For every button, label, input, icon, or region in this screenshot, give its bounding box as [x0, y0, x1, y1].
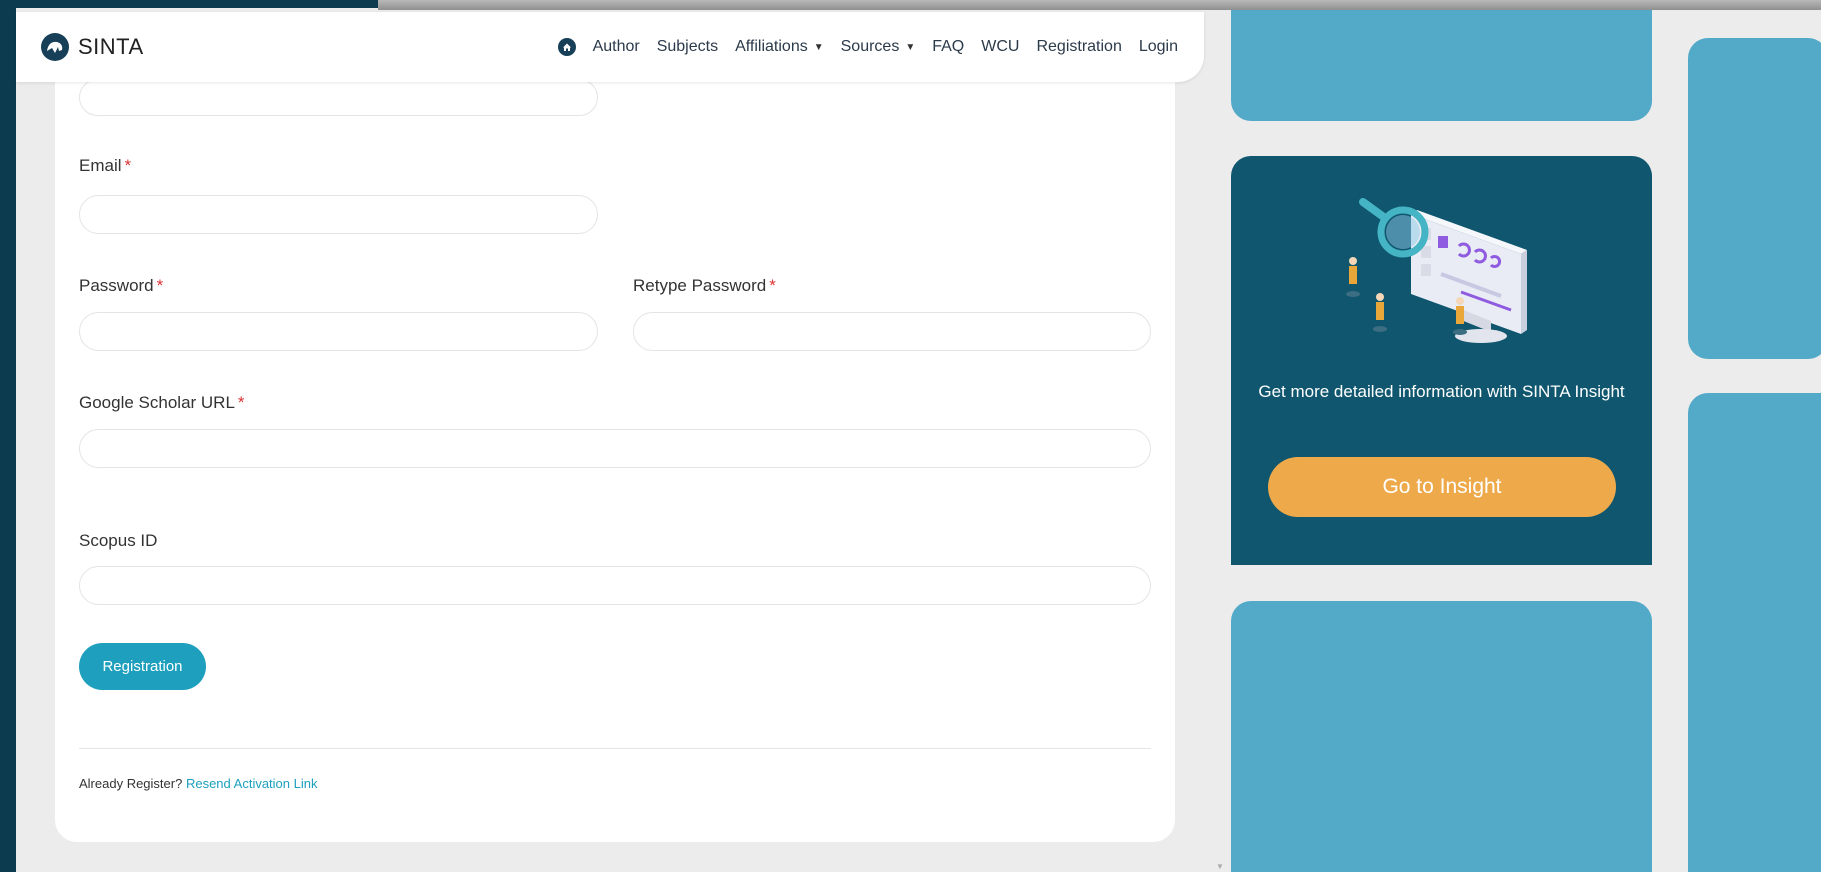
- caret-down-icon: ▼: [905, 41, 916, 53]
- previous-field-input[interactable]: [79, 79, 598, 116]
- insight-description: Get more detailed information with SINTA…: [1258, 382, 1625, 401]
- nav-affiliations[interactable]: Affiliations ▼: [735, 38, 824, 56]
- resend-activation-link[interactable]: Resend Activation Link: [186, 776, 318, 791]
- required-asterisk: *: [124, 156, 132, 175]
- password-input[interactable]: [79, 312, 598, 351]
- analytics-illustration-icon: [1346, 198, 1527, 343]
- registration-submit-button[interactable]: Registration: [79, 643, 206, 690]
- required-asterisk: *: [769, 276, 776, 295]
- brand[interactable]: SINTA: [40, 32, 144, 62]
- retype-password-label: Retype Password *: [633, 276, 776, 295]
- nav-registration[interactable]: Registration: [1036, 38, 1121, 56]
- required-asterisk: *: [156, 276, 164, 295]
- google-scholar-url-input[interactable]: [79, 429, 1151, 468]
- sinta-logo-icon: [41, 33, 69, 61]
- ad-tile-far-right-bottom: [1688, 393, 1821, 872]
- form-divider: [79, 748, 1151, 749]
- nav-sources[interactable]: Sources ▼: [841, 38, 916, 56]
- brand-name: SINTA: [78, 34, 144, 59]
- email-input[interactable]: [79, 195, 598, 234]
- password-label: Password *: [79, 276, 164, 295]
- main-nav: Author Subjects Affiliations ▼ Sources ▼ F…: [557, 38, 1178, 56]
- nav-wcu[interactable]: WCU: [981, 38, 1019, 56]
- top-edge-dark: [0, 0, 378, 8]
- top-navbar: SINTA Author Subjects Affiliations ▼ Sour…: [16, 12, 1204, 82]
- nav-author[interactable]: Author: [593, 38, 640, 56]
- ad-tile-bottom: [1231, 601, 1652, 872]
- scroll-down-arrow-icon[interactable]: ▼: [1216, 862, 1224, 871]
- required-asterisk: *: [237, 393, 245, 412]
- go-to-insight-button[interactable]: Go to Insight: [1268, 457, 1616, 517]
- registration-form-card: Email * Password * Retype Password * Google…: [55, 14, 1175, 842]
- nav-home[interactable]: [557, 38, 576, 56]
- caret-down-icon: ▼: [813, 41, 824, 53]
- google-scholar-label: Google Scholar URL *: [79, 393, 245, 412]
- ad-tile-top: [1231, 10, 1652, 121]
- ad-tile-far-right-top: [1688, 38, 1821, 359]
- scopus-id-input[interactable]: [79, 566, 1151, 605]
- email-label: Email *: [79, 156, 132, 175]
- top-edge-grey: [378, 0, 1821, 10]
- footer-note: Already Register? Resend Activation Link: [79, 776, 318, 791]
- nav-faq[interactable]: FAQ: [932, 38, 964, 56]
- home-icon: [557, 38, 576, 56]
- retype-password-input[interactable]: [633, 312, 1151, 351]
- insight-promo-card: Get more detailed information with SINTA…: [1231, 156, 1652, 565]
- nav-login[interactable]: Login: [1139, 38, 1178, 56]
- left-edge-strip: [0, 0, 16, 872]
- nav-subjects[interactable]: Subjects: [657, 38, 718, 56]
- scopus-id-label: Scopus ID: [79, 531, 158, 550]
